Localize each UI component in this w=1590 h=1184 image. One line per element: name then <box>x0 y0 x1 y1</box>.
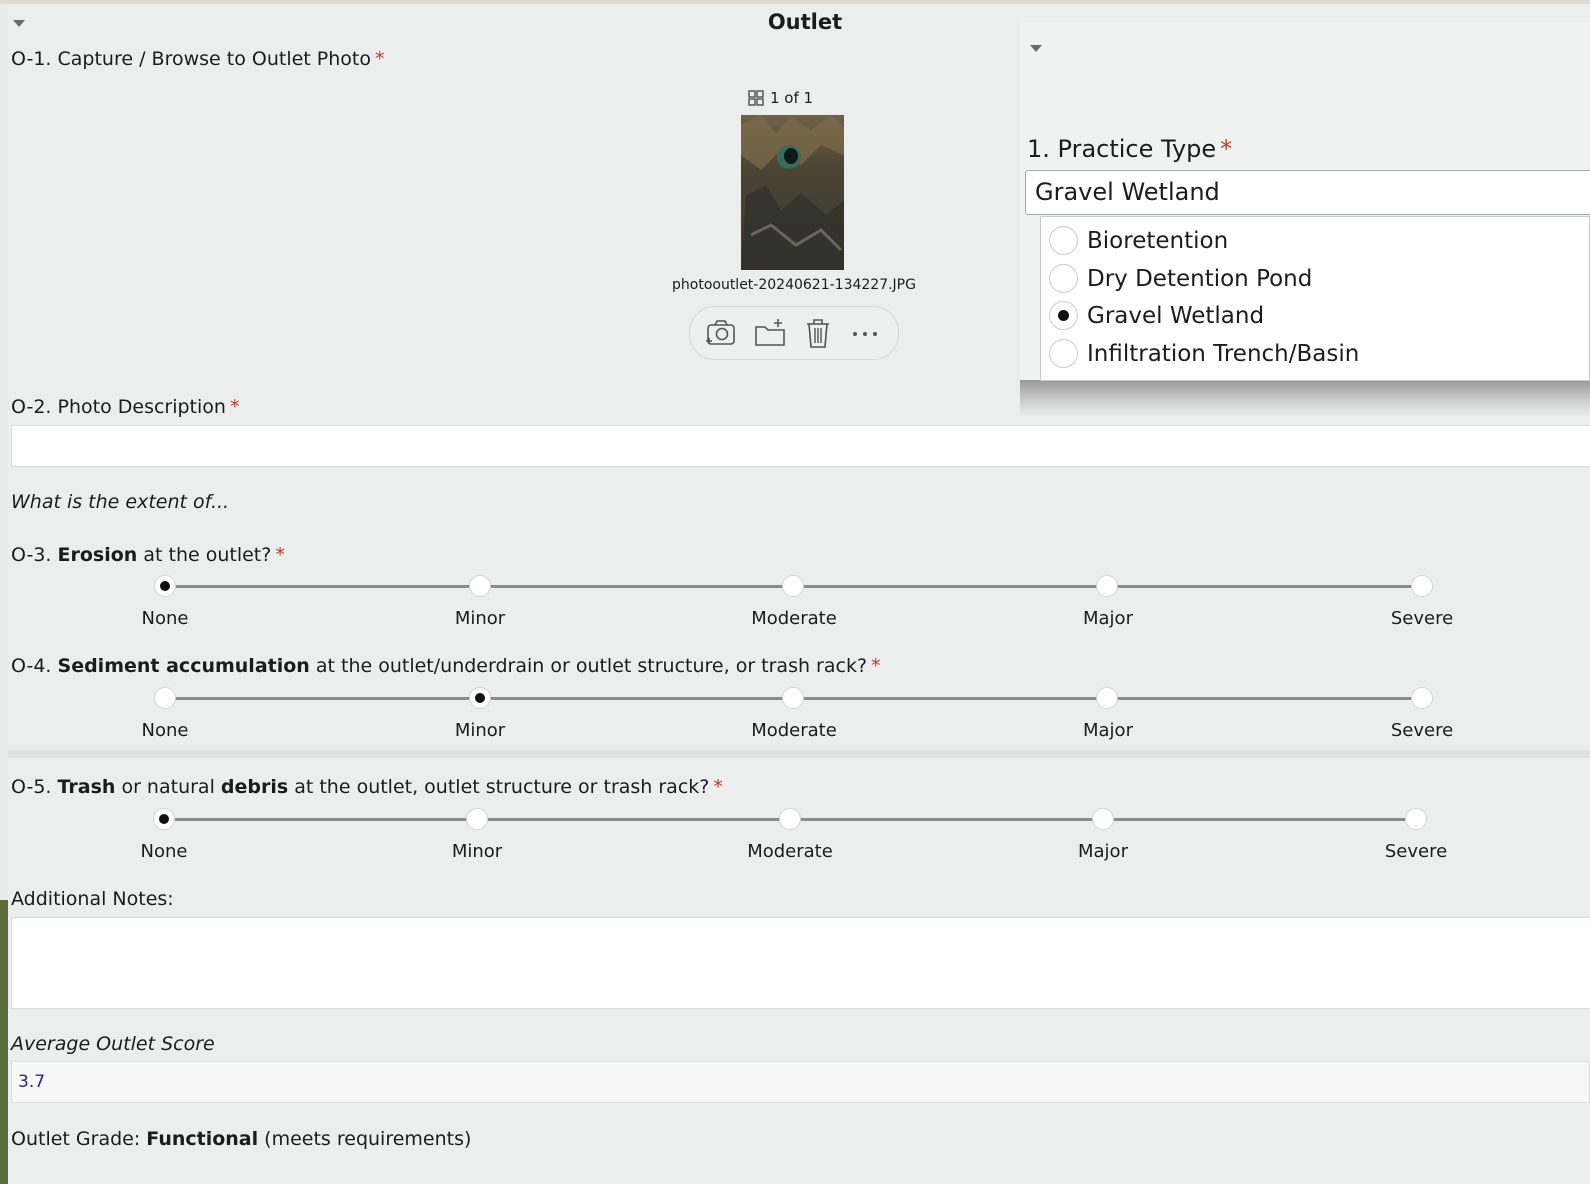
option-bioretention[interactable]: Bioretention <box>1049 226 1228 255</box>
question-o1-text: O-1. Capture / Browse to Outlet Photo <box>11 48 371 70</box>
photo-counter-text: 1 of 1 <box>770 89 814 107</box>
photo-filename: photooutlet-20240621-134227.JPG <box>672 277 916 293</box>
option-label: Dry Detention Pond <box>1087 265 1313 292</box>
question-o4-bold: Sediment accumulation <box>57 655 310 677</box>
sediment-slider[interactable]: None Minor Moderate Major Severe <box>0 684 1590 746</box>
tick-label: Major <box>1083 720 1133 741</box>
photo-toolbar <box>689 306 899 360</box>
tick-label: None <box>141 608 189 629</box>
option-label: Bioretention <box>1087 227 1229 254</box>
tick-label: Severe <box>1390 720 1454 741</box>
slider-knob-none[interactable] <box>154 687 176 709</box>
question-o3-prefix: O-3. <box>11 544 58 566</box>
slider-knob-major[interactable] <box>1096 575 1118 597</box>
radio-button[interactable] <box>1049 339 1078 368</box>
trash-debris-slider[interactable]: None Minor Moderate Major Severe <box>0 805 1590 867</box>
slider-knob-minor[interactable] <box>466 808 488 830</box>
tick-label: Moderate <box>751 608 837 629</box>
slider-knob-moderate[interactable] <box>779 808 801 830</box>
practice-type-label: 1. Practice Type * <box>1027 135 1232 163</box>
required-marker: * <box>275 544 285 566</box>
trash-icon[interactable] <box>801 317 835 349</box>
slider-knob-none[interactable] <box>153 808 175 830</box>
radio-button[interactable] <box>1049 226 1078 255</box>
outlet-grade: Outlet Grade: Functional (meets requirem… <box>11 1128 471 1150</box>
overlay-shadow <box>1020 380 1590 416</box>
camera-icon[interactable] <box>704 317 738 349</box>
slider-knob-severe[interactable] <box>1411 575 1433 597</box>
section-divider <box>8 750 1590 758</box>
extent-prompt: What is the extent of... <box>11 491 230 513</box>
option-infiltration-trench-basin[interactable]: Infiltration Trench/Basin <box>1049 339 1359 368</box>
required-marker: * <box>374 48 385 70</box>
practice-type-options: Bioretention Dry Detention Pond Gravel W… <box>1040 216 1590 381</box>
slider-knob-severe[interactable] <box>1411 687 1433 709</box>
tick-label: Minor <box>454 608 506 629</box>
question-o2: O-2. Photo Description * <box>11 396 239 418</box>
question-o1: O-1. Capture / Browse to Outlet Photo * <box>11 48 384 70</box>
tick-label: Moderate <box>751 720 837 741</box>
option-dry-detention-pond[interactable]: Dry Detention Pond <box>1049 264 1312 293</box>
practice-type-value: Gravel Wetland <box>1035 178 1220 206</box>
option-gravel-wetland[interactable]: Gravel Wetland <box>1049 301 1264 330</box>
question-o5-bold-debris: debris <box>220 776 289 798</box>
required-marker: * <box>229 396 240 418</box>
option-label: Gravel Wetland <box>1087 302 1265 329</box>
gallery-grid-icon <box>748 90 764 106</box>
question-o5-bold-trash: Trash <box>57 776 116 798</box>
tick-label: Major <box>1078 841 1128 862</box>
background-strip <box>0 900 8 1184</box>
grade-value: Functional <box>146 1128 259 1150</box>
radio-button[interactable] <box>1049 264 1078 293</box>
tick-label: Severe <box>1384 841 1448 862</box>
tick-label: Minor <box>454 720 506 741</box>
question-o5-prefix: O-5. <box>11 776 58 798</box>
question-o5-suffix: at the outlet, outlet structure or trash… <box>288 776 710 798</box>
additional-notes-input[interactable] <box>11 917 1590 1009</box>
outlet-photo-thumbnail[interactable] <box>741 115 844 270</box>
slider-knob-minor[interactable] <box>469 687 491 709</box>
score-label: Average Outlet Score <box>11 1033 215 1055</box>
slider-knob-major[interactable] <box>1092 808 1114 830</box>
slider-knob-moderate[interactable] <box>782 687 804 709</box>
caret-down-icon[interactable] <box>1030 45 1042 52</box>
more-icon[interactable] <box>848 317 882 349</box>
question-o5: O-5. Trash or natural debris at the outl… <box>11 776 723 798</box>
tick-label: Moderate <box>747 841 833 862</box>
question-o4-prefix: O-4. <box>11 655 58 677</box>
slider-knob-none[interactable] <box>154 575 176 597</box>
notes-label: Additional Notes: <box>11 888 174 910</box>
tick-label: None <box>140 841 188 862</box>
tick-label: None <box>141 720 189 741</box>
question-o4: O-4. Sediment accumulation at the outlet… <box>11 655 881 677</box>
grade-prefix: Outlet Grade: <box>11 1128 147 1150</box>
photo-counter[interactable]: 1 of 1 <box>748 89 813 107</box>
add-folder-icon[interactable] <box>753 317 787 349</box>
tick-label: Major <box>1083 608 1133 629</box>
required-marker: * <box>1220 135 1233 163</box>
erosion-slider[interactable]: None Minor Moderate Major Severe <box>0 572 1590 634</box>
tick-label: Minor <box>451 841 503 862</box>
required-marker: * <box>713 776 723 798</box>
slider-knob-severe[interactable] <box>1405 808 1427 830</box>
question-o3-suffix: at the outlet? <box>137 544 272 566</box>
slider-knob-moderate[interactable] <box>782 575 804 597</box>
tick-label: Severe <box>1390 608 1454 629</box>
grade-suffix: (meets requirements) <box>258 1128 472 1150</box>
slider-knob-major[interactable] <box>1096 687 1118 709</box>
question-o4-suffix: at the outlet/underdrain or outlet struc… <box>309 655 868 677</box>
option-label: Infiltration Trench/Basin <box>1087 340 1360 367</box>
slider-knob-minor[interactable] <box>469 575 491 597</box>
question-o5-mid: or natural <box>115 776 221 798</box>
average-score-value: 3.7 <box>18 1072 46 1092</box>
radio-button-selected[interactable] <box>1049 301 1078 330</box>
practice-type-label-text: 1. Practice Type <box>1027 135 1217 163</box>
question-o2-text: O-2. Photo Description <box>11 396 226 418</box>
required-marker: * <box>871 655 881 677</box>
question-o3-bold: Erosion <box>57 544 138 566</box>
photo-description-input[interactable] <box>11 425 1590 467</box>
question-o3: O-3. Erosion at the outlet? * <box>11 544 285 566</box>
average-score-field <box>11 1061 1590 1103</box>
